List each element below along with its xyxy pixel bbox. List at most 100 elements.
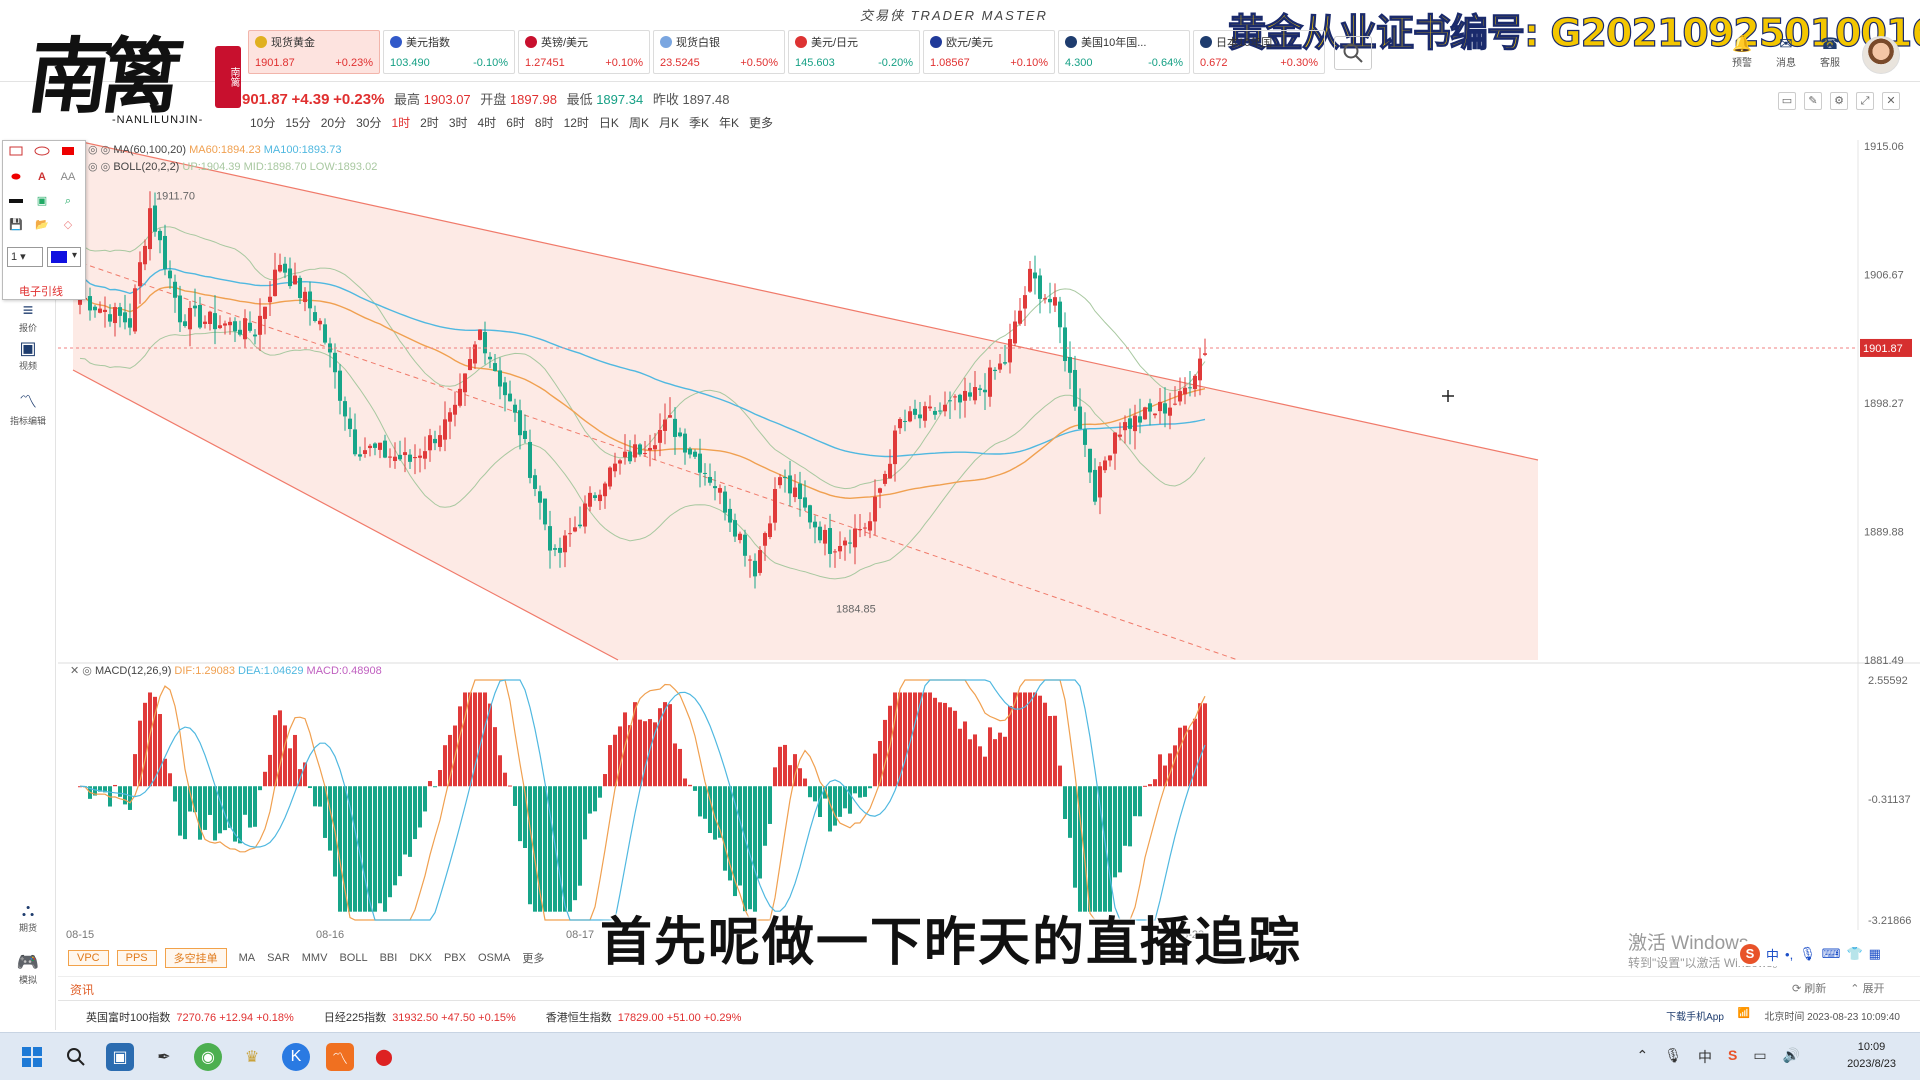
- chart-canvas[interactable]: 1901.87 1915.06 1906.67 1898.27 1889.88 1881.…: [58, 140, 1920, 960]
- period-tab[interactable]: 15分: [285, 114, 310, 131]
- sidebar-item[interactable]: ≡ 报价: [4, 300, 52, 334]
- ellipse-tool-icon[interactable]: [33, 145, 51, 161]
- fullscreen-icon[interactable]: ⤢: [1856, 92, 1874, 110]
- close-panel-icon[interactable]: ✕: [1882, 92, 1900, 110]
- gold-app-icon[interactable]: ♛: [238, 1043, 266, 1071]
- refresh-button[interactable]: ⟳ 刷新: [1792, 980, 1826, 996]
- indicator-option[interactable]: BBI: [380, 952, 398, 964]
- period-tab[interactable]: 1时: [391, 114, 410, 131]
- indicator-option[interactable]: 更多: [522, 950, 544, 966]
- sidebar-item[interactable]: ▣ 视频: [4, 338, 52, 372]
- sidebar-item[interactable]: 〽指标编辑: [4, 388, 52, 427]
- tray-chevron-icon[interactable]: ⌃: [1636, 1047, 1648, 1067]
- color-select[interactable]: ▾: [47, 247, 81, 267]
- indicator-option[interactable]: BOLL: [339, 952, 367, 964]
- zoom-tool-icon[interactable]: ⌕: [59, 193, 77, 209]
- taskbar-clock[interactable]: 10:09 2023/8/23: [1847, 1039, 1896, 1073]
- sidebar-item[interactable]: 🎮 模拟: [4, 952, 52, 986]
- period-tab[interactable]: 季K: [689, 114, 709, 131]
- period-tab[interactable]: 2时: [420, 114, 439, 131]
- mic-icon[interactable]: 🎙: [1799, 946, 1816, 962]
- indicator-option[interactable]: DKX: [409, 952, 432, 964]
- ime-mode-icon[interactable]: 中: [1766, 945, 1779, 964]
- ticker-card[interactable]: 日本10年国... 0.672 +0.30%: [1193, 30, 1325, 74]
- filled-rect-tool-icon[interactable]: [59, 145, 77, 161]
- desktop-app-icon[interactable]: ▣: [106, 1043, 134, 1071]
- period-tab[interactable]: 12时: [564, 114, 589, 131]
- eraser-tool-icon[interactable]: ◇: [59, 217, 77, 233]
- k-app-icon[interactable]: K: [282, 1043, 310, 1071]
- period-tab[interactable]: 20分: [321, 114, 346, 131]
- toolbox-icon[interactable]: ▦: [1869, 946, 1881, 962]
- filled-ellipse-tool-icon[interactable]: ⬬: [7, 169, 25, 185]
- period-tab[interactable]: 8时: [535, 114, 554, 131]
- tray-ime-indicator[interactable]: 中: [1698, 1047, 1712, 1067]
- image-tool-icon[interactable]: ▣: [33, 193, 51, 209]
- trader-app-icon[interactable]: 〽: [326, 1043, 354, 1071]
- macd-histogram-bar: [928, 692, 932, 787]
- save-tool-icon[interactable]: 💾: [7, 217, 25, 233]
- indicator-tab[interactable]: PPS: [116, 950, 157, 966]
- period-tab[interactable]: 4时: [478, 114, 497, 131]
- ticker-card[interactable]: 欧元/美元 1.08567 +0.10%: [923, 30, 1055, 74]
- market-index[interactable]: 日经225指数 31932.50 +47.50 +0.15%: [324, 1009, 516, 1025]
- bell-button[interactable]: 🔔 预警: [1722, 34, 1762, 69]
- headset-button[interactable]: ☎ 客服: [1810, 34, 1850, 69]
- ticker-card[interactable]: 现货白银 23.5245 +0.50%: [653, 30, 785, 74]
- recorder-app-icon[interactable]: ⬤: [370, 1043, 398, 1071]
- layout-icon[interactable]: ▭: [1778, 92, 1796, 110]
- font-size-tool-icon[interactable]: AA: [59, 169, 77, 185]
- windows-start-icon[interactable]: [18, 1043, 46, 1071]
- period-tab[interactable]: 6时: [506, 114, 525, 131]
- ticker-card[interactable]: 美元指数 103.490 -0.10%: [383, 30, 515, 74]
- green-app-icon[interactable]: ◉: [194, 1043, 222, 1071]
- tray-mic-icon[interactable]: 🎙: [1664, 1047, 1682, 1067]
- period-tab[interactable]: 10分: [250, 114, 275, 131]
- indicator-option[interactable]: SAR: [267, 952, 290, 964]
- search-taskbar-icon[interactable]: [62, 1043, 90, 1071]
- pen-icon[interactable]: ✎: [1804, 92, 1822, 110]
- period-tab[interactable]: 日K: [599, 114, 619, 131]
- search-button[interactable]: [1334, 36, 1372, 70]
- user-avatar[interactable]: [1862, 36, 1900, 74]
- sidebar-item[interactable]: ⛬ 期货: [4, 900, 52, 934]
- news-bar[interactable]: 资讯: [58, 976, 1920, 998]
- market-index[interactable]: 香港恒生指数 17829.00 +51.00 +0.29%: [546, 1009, 742, 1025]
- text-tool-icon[interactable]: A: [33, 169, 51, 185]
- tray-sogou-icon[interactable]: S: [1728, 1047, 1737, 1067]
- app-download-link[interactable]: 下载手机App: [1666, 1008, 1724, 1023]
- settings-icon[interactable]: ⚙: [1830, 92, 1848, 110]
- folder-tool-icon[interactable]: 📂: [33, 217, 51, 233]
- period-tab[interactable]: 月K: [659, 114, 679, 131]
- market-index[interactable]: 英国富时100指数 7270.76 +12.94 +0.18%: [86, 1009, 294, 1025]
- sogou-icon[interactable]: S: [1740, 944, 1760, 964]
- ticker-card[interactable]: 英镑/美元 1.27451 +0.10%: [518, 30, 650, 74]
- indicator-option[interactable]: MMV: [302, 952, 328, 964]
- indicator-option[interactable]: OSMA: [478, 952, 510, 964]
- indicator-tab[interactable]: 多空挂单: [164, 948, 227, 968]
- period-tab[interactable]: 30分: [356, 114, 381, 131]
- line-width-select[interactable]: 1 ▾: [7, 247, 43, 267]
- mail-button[interactable]: ✉ 消息: [1766, 34, 1806, 69]
- indicator-option[interactable]: PBX: [444, 952, 466, 964]
- tray-volume-icon[interactable]: 🔊: [1783, 1047, 1800, 1067]
- period-tab[interactable]: 周K: [629, 114, 649, 131]
- skin-icon[interactable]: 👕: [1846, 946, 1862, 962]
- price-chart[interactable]: 1901.87 1915.06 1906.67 1898.27 1889.88 1881.…: [58, 140, 1920, 960]
- expand-button[interactable]: ⌃ 展开: [1850, 980, 1884, 996]
- period-tab[interactable]: 年K: [719, 114, 739, 131]
- tray-display-icon[interactable]: ▭: [1753, 1047, 1766, 1067]
- indicator-tab[interactable]: VPC: [68, 950, 109, 966]
- ticker-card[interactable]: 现货黄金 1901.87 +0.23%: [248, 30, 380, 74]
- rectangle-tool-icon[interactable]: [7, 145, 25, 161]
- period-tab[interactable]: 3时: [449, 114, 468, 131]
- ime-toolbar[interactable]: S 中 •, 🎙 ⌨ 👕 ▦: [1738, 942, 1883, 966]
- keyboard-icon[interactable]: ⌨: [1822, 946, 1841, 962]
- pen-app-icon[interactable]: ✒: [150, 1043, 178, 1071]
- line-tool-icon[interactable]: [7, 193, 25, 209]
- period-tab[interactable]: 更多: [749, 114, 773, 131]
- ticker-card[interactable]: 美国10年国... 4.300 -0.64%: [1058, 30, 1190, 74]
- indicator-option[interactable]: MA: [239, 952, 256, 964]
- ticker-card[interactable]: 美元/日元 145.603 -0.20%: [788, 30, 920, 74]
- punct-icon[interactable]: •,: [1785, 947, 1793, 962]
